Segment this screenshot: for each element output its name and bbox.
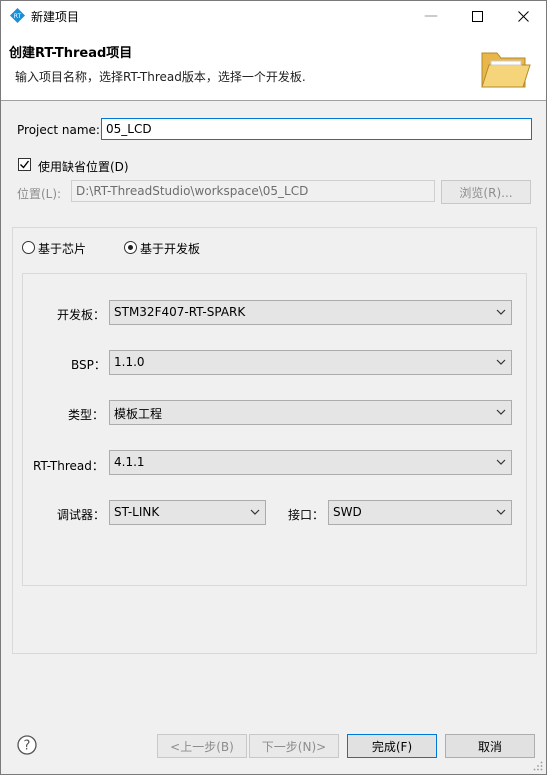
project-name-input[interactable]: 05_LCD: [101, 118, 532, 140]
debugger-select-value: ST-LINK: [114, 505, 160, 519]
interface-label: 接口：: [288, 508, 325, 522]
chevron-down-icon: [496, 459, 506, 465]
close-icon: [517, 10, 529, 22]
maximize-icon: [471, 10, 483, 22]
board-select[interactable]: STM32F407-RT-SPARK: [109, 300, 512, 325]
location-input[interactable]: D:\RT-ThreadStudio\workspace\05_LCD: [71, 180, 435, 202]
use-default-location-label: 使用缺省位置(D): [38, 160, 129, 174]
rt-thread-app-icon: RT: [10, 8, 25, 23]
use-default-location-checkbox[interactable]: [18, 158, 31, 171]
debugger-label: 调试器：: [57, 508, 106, 522]
bsp-select[interactable]: 1.1.0: [109, 350, 512, 375]
rtthread-version-label: RT-Thread：: [33, 459, 104, 473]
chevron-down-icon: [496, 359, 506, 365]
by-chip-label: 基于芯片: [38, 242, 87, 256]
next-button[interactable]: 下一步(N)>: [249, 734, 339, 758]
folder-icon: [481, 52, 531, 88]
project-name-label: Project name:: [17, 123, 100, 137]
new-project-dialog: RT 新建项目 — 创建RT-Thread项目 输入项目名称，选择RT-Thre…: [0, 0, 547, 775]
interface-select-value: SWD: [333, 505, 362, 519]
minimize-icon: —: [424, 8, 438, 24]
chevron-down-icon: [496, 309, 506, 315]
board-select-value: STM32F407-RT-SPARK: [114, 305, 246, 319]
board-label: 开发板：: [57, 308, 106, 322]
help-icon[interactable]: ?: [17, 735, 37, 755]
browse-button[interactable]: 浏览(R)...: [441, 180, 531, 204]
cancel-button[interactable]: 取消: [445, 734, 535, 758]
bsp-select-value: 1.1.0: [114, 355, 145, 369]
resize-grip-icon[interactable]: [533, 761, 543, 771]
by-board-radio[interactable]: [124, 241, 137, 254]
wizard-banner: 创建RT-Thread项目 输入项目名称，选择RT-Thread版本，选择一个开…: [1, 31, 546, 101]
by-chip-radio[interactable]: [22, 241, 35, 254]
type-select[interactable]: 模板工程: [109, 400, 512, 425]
maximize-button[interactable]: [454, 1, 500, 31]
close-button[interactable]: [500, 1, 546, 31]
title-bar[interactable]: RT 新建项目 —: [1, 1, 546, 31]
interface-select[interactable]: SWD: [328, 500, 512, 525]
banner-description: 输入项目名称，选择RT-Thread版本，选择一个开发板.: [15, 70, 306, 84]
svg-text:?: ?: [24, 739, 31, 754]
checkmark-icon: [20, 160, 30, 169]
rtthread-version-select[interactable]: 4.1.1: [109, 450, 512, 475]
chevron-down-icon: [496, 409, 506, 415]
bsp-label: BSP：: [71, 358, 106, 372]
debugger-select[interactable]: ST-LINK: [109, 500, 266, 525]
window-title: 新建项目: [31, 10, 80, 24]
minimize-button[interactable]: —: [408, 1, 454, 31]
type-select-value: 模板工程: [114, 407, 163, 421]
rtthread-version-select-value: 4.1.1: [114, 455, 145, 469]
by-board-label: 基于开发板: [140, 242, 201, 256]
banner-title: 创建RT-Thread项目: [9, 46, 133, 61]
back-button[interactable]: <上一步(B): [157, 734, 247, 758]
chevron-down-icon: [496, 509, 506, 515]
chevron-down-icon: [250, 509, 260, 515]
type-label: 类型：: [68, 408, 105, 422]
finish-button[interactable]: 完成(F): [347, 734, 437, 758]
location-label: 位置(L):: [17, 187, 62, 201]
svg-text:RT: RT: [14, 13, 22, 20]
